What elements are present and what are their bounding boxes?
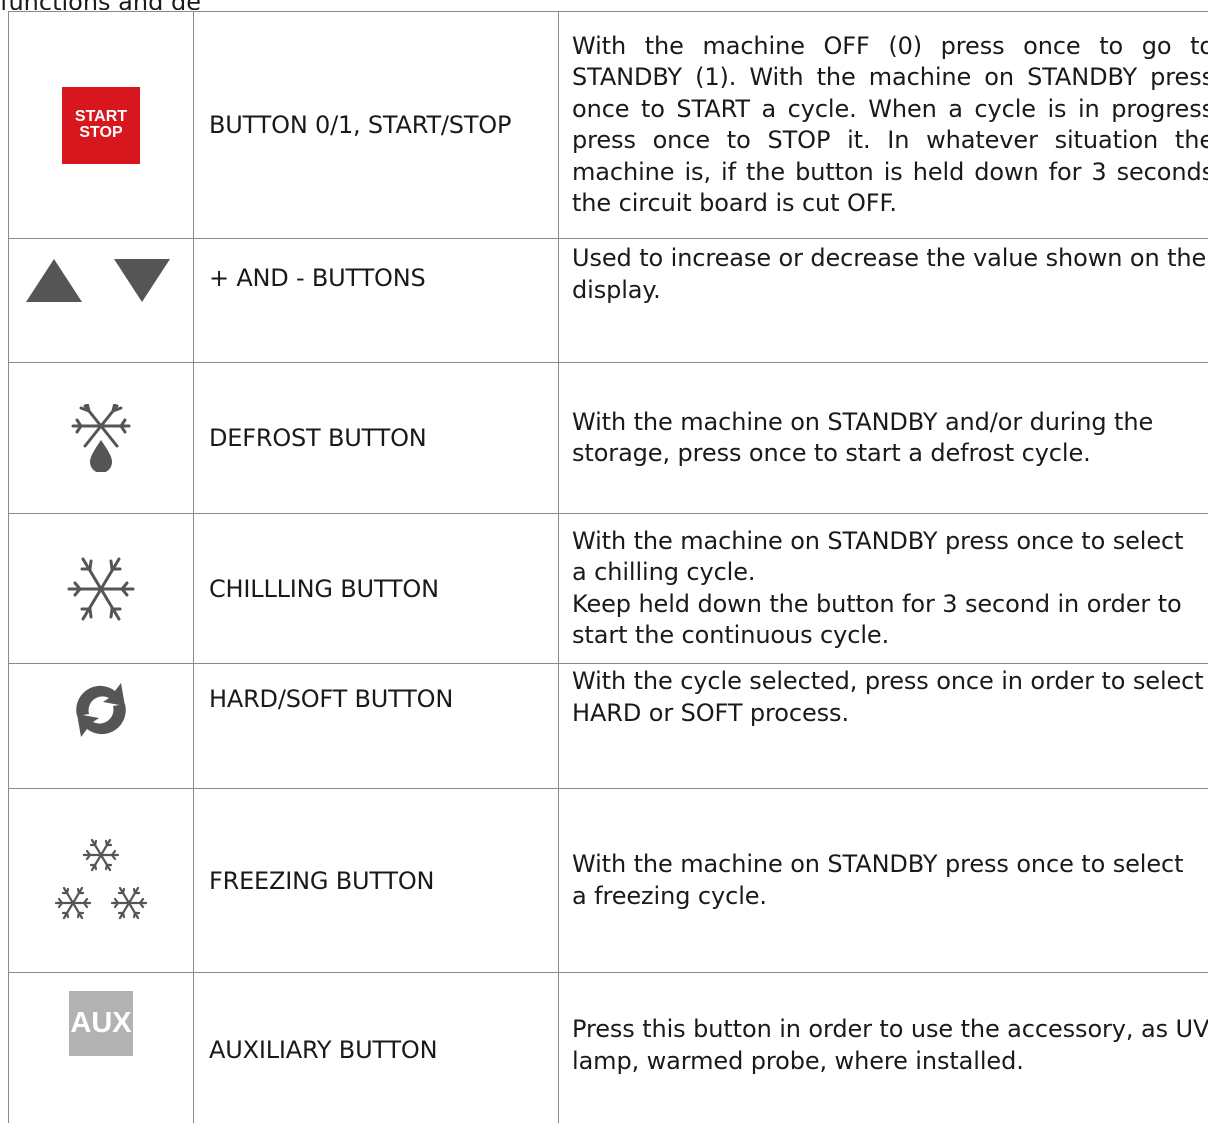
table-row: FREEZING BUTTON With the machine on STAN… [9, 789, 1208, 973]
button-name: AUXILIARY BUTTON [194, 973, 559, 1123]
button-name: + AND - BUTTONS [194, 239, 559, 363]
icon-cell [9, 789, 194, 973]
table-row: AUX AUXILIARY BUTTON Press this button i… [9, 973, 1208, 1123]
button-name: CHILLLING BUTTON [194, 514, 559, 664]
icon-cell [9, 514, 194, 664]
icon-cell [9, 239, 194, 363]
start-stop-icon: START STOP [62, 87, 140, 164]
table-row: + AND - BUTTONS Used to increase or decr… [9, 239, 1208, 363]
button-description: With the machine OFF (0) press once to g… [559, 12, 1208, 239]
table-row: DEFROST BUTTON With the machine on STAND… [9, 363, 1208, 514]
button-name: DEFROST BUTTON [194, 363, 559, 514]
button-name: FREEZING BUTTON [194, 789, 559, 973]
button-description: With the machine on STANDBY press once t… [559, 789, 1208, 973]
button-description: With the machine on STANDBY and/or durin… [559, 363, 1208, 514]
table-row: CHILLLING BUTTON With the machine on STA… [9, 514, 1208, 664]
defrost-icon [69, 404, 133, 472]
icon-cell [9, 664, 194, 789]
button-description: With the cycle selected, press once in o… [559, 664, 1208, 789]
icon-cell: AUX [9, 973, 194, 1123]
icon-cell: START STOP [9, 12, 194, 239]
refresh-arrows-icon [69, 678, 133, 742]
table-row: START STOP BUTTON 0/1, START/STOP With t… [9, 12, 1208, 239]
button-description: Press this button in order to use the ac… [559, 973, 1208, 1123]
aux-icon: AUX [69, 991, 133, 1056]
up-down-arrows-icon [26, 256, 176, 304]
three-snowflakes-icon [51, 836, 151, 926]
icon-cell [9, 363, 194, 514]
table-row: HARD/SOFT BUTTON With the cycle selected… [9, 664, 1208, 789]
button-description: Used to increase or decrease the value s… [559, 239, 1208, 363]
snowflake-icon [67, 555, 135, 623]
button-description: With the machine on STANDBY press once t… [559, 514, 1208, 664]
button-name: HARD/SOFT BUTTON [194, 664, 559, 789]
button-functions-table: START STOP BUTTON 0/1, START/STOP With t… [8, 11, 1208, 1123]
button-name: BUTTON 0/1, START/STOP [194, 12, 559, 239]
cut-off-heading: functions and descriptions [0, 0, 200, 10]
